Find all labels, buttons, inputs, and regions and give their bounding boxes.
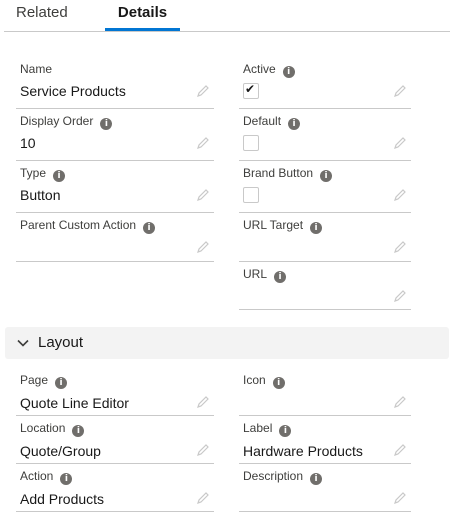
pencil-icon[interactable] xyxy=(393,84,407,98)
field-label: URL Target xyxy=(243,218,304,232)
tab-divider xyxy=(4,31,450,32)
pencil-icon[interactable] xyxy=(196,491,210,505)
pencil-icon[interactable] xyxy=(393,240,407,254)
info-icon[interactable]: i xyxy=(53,170,66,182)
field-label: Action xyxy=(20,469,54,483)
pencil-icon[interactable] xyxy=(196,395,210,409)
field-description: Description i xyxy=(239,463,411,512)
layout-section-header[interactable]: Layout xyxy=(5,327,449,359)
pencil-icon[interactable] xyxy=(393,188,407,202)
info-icon[interactable]: i xyxy=(279,425,292,437)
tab-related[interactable]: Related xyxy=(16,4,68,22)
active-checkbox[interactable]: ✔ xyxy=(243,82,259,99)
field-parent-custom-action: Parent Custom Action i xyxy=(16,212,214,262)
field-value: 10 xyxy=(20,135,36,151)
pencil-icon[interactable] xyxy=(196,84,210,98)
info-icon[interactable]: i xyxy=(274,271,287,283)
field-label: Location xyxy=(20,421,66,435)
field-label: Page xyxy=(20,373,49,387)
pencil-icon[interactable] xyxy=(196,188,210,202)
field-label: Display Order xyxy=(20,114,94,128)
pencil-icon[interactable] xyxy=(393,395,407,409)
field-icon: Icon i xyxy=(239,367,411,416)
field-label-field: Label i Hardware Products xyxy=(239,415,411,464)
info-icon[interactable]: i xyxy=(282,66,295,78)
pencil-icon[interactable] xyxy=(196,240,210,254)
field-value: Hardware Products xyxy=(243,443,363,459)
info-icon[interactable]: i xyxy=(288,118,301,130)
field-url: URL i xyxy=(239,261,411,310)
info-icon[interactable]: i xyxy=(320,170,333,182)
field-label: Name xyxy=(20,62,53,76)
field-label: Description xyxy=(243,469,304,483)
field-label: Active xyxy=(243,62,276,76)
field-label: Type xyxy=(20,166,47,180)
tab-bar: Related Details xyxy=(0,0,452,32)
field-default: Default i xyxy=(239,108,411,161)
field-label: Default xyxy=(243,114,282,128)
field-page: Page i Quote Line Editor xyxy=(16,367,214,416)
pencil-icon[interactable] xyxy=(393,491,407,505)
field-value: Service Products xyxy=(20,83,126,99)
info-icon[interactable]: i xyxy=(310,222,323,234)
info-icon[interactable]: i xyxy=(55,377,68,389)
field-display-order: Display Order i 10 xyxy=(16,108,214,161)
pencil-icon[interactable] xyxy=(196,136,210,150)
field-type: Type i Button xyxy=(16,160,214,213)
field-name: Name Service Products xyxy=(16,56,214,109)
info-icon[interactable]: i xyxy=(143,222,156,234)
field-brand-button: Brand Button i xyxy=(239,160,411,213)
field-label: Brand Button xyxy=(243,166,314,180)
tab-details-label: Details xyxy=(117,4,168,21)
checkmark-icon: ✔ xyxy=(245,82,256,96)
default-checkbox[interactable] xyxy=(243,135,259,151)
field-value: Quote/Group xyxy=(20,443,101,459)
field-value: Quote Line Editor xyxy=(20,395,129,411)
pencil-icon[interactable] xyxy=(393,289,407,303)
pencil-icon[interactable] xyxy=(393,443,407,457)
field-value: Add Products xyxy=(20,491,105,507)
info-icon[interactable]: i xyxy=(310,473,323,485)
field-label: URL xyxy=(243,267,268,281)
field-active: Active i ✔ xyxy=(239,56,411,109)
field-location: Location i Quote/Group xyxy=(16,415,214,464)
field-url-target: URL Target i xyxy=(239,212,411,262)
section-title: Layout xyxy=(38,334,84,351)
info-icon[interactable]: i xyxy=(60,473,73,485)
pencil-icon[interactable] xyxy=(196,443,210,457)
pencil-icon[interactable] xyxy=(393,136,407,150)
tab-details[interactable]: Details xyxy=(105,4,180,31)
field-action: Action i Add Products xyxy=(16,463,214,512)
info-icon[interactable]: i xyxy=(100,118,113,130)
chevron-down-icon[interactable] xyxy=(17,337,29,349)
field-label: Icon xyxy=(243,373,266,387)
info-icon[interactable]: i xyxy=(272,377,285,389)
field-label: Parent Custom Action xyxy=(20,218,137,232)
field-value: Button xyxy=(20,187,61,203)
field-label: Label xyxy=(243,421,273,435)
brand-button-checkbox[interactable] xyxy=(243,187,259,203)
info-icon[interactable]: i xyxy=(72,425,85,437)
